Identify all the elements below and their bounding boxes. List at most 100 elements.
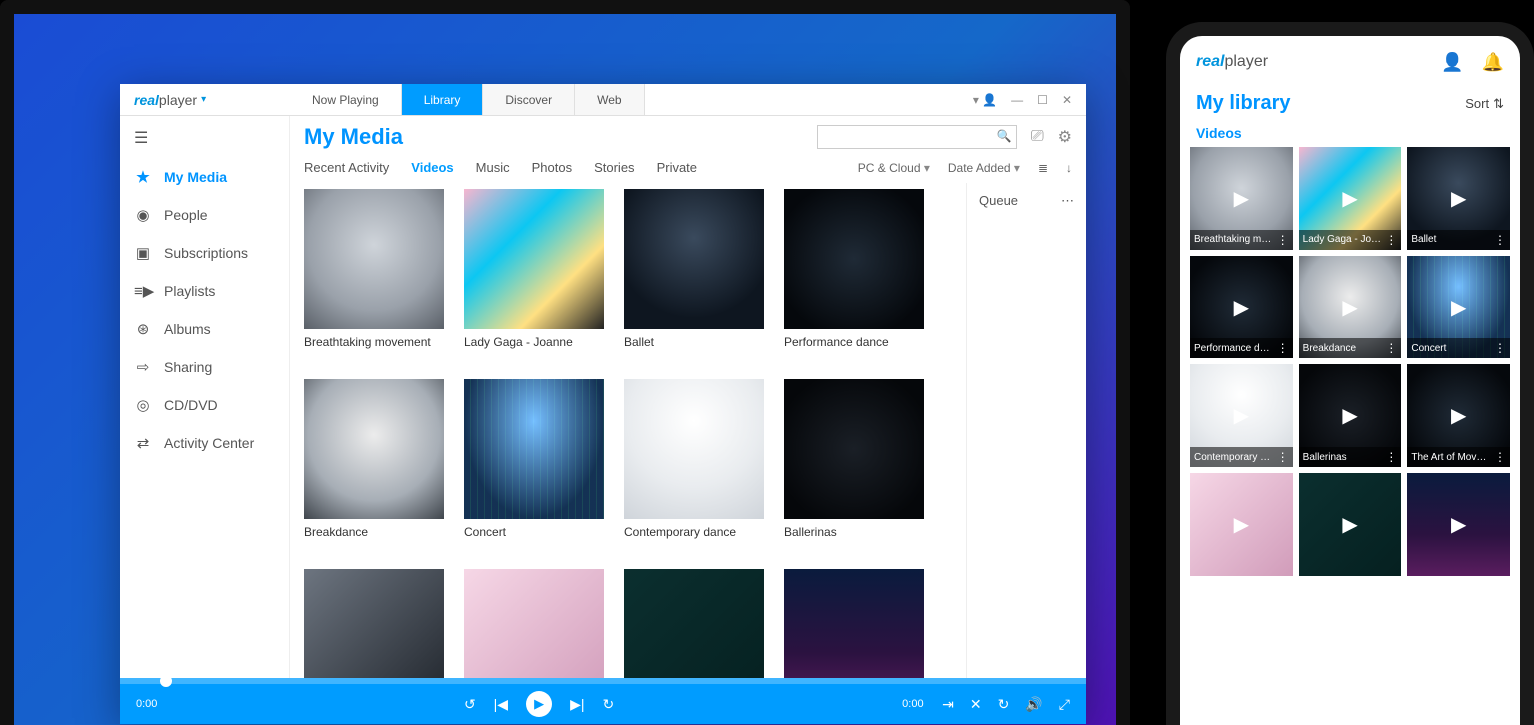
minimize-button[interactable]: — bbox=[1011, 93, 1023, 107]
video-card[interactable] bbox=[304, 569, 444, 678]
more-icon[interactable]: ⋮ bbox=[1494, 341, 1506, 355]
sidebar-item-playlists[interactable]: ≡▶Playlists bbox=[120, 272, 289, 310]
sidebar-item-subscriptions[interactable]: ▣Subscriptions bbox=[120, 234, 289, 272]
video-card[interactable] bbox=[784, 569, 924, 678]
forward-10-icon[interactable]: ↻ bbox=[602, 696, 614, 713]
list-view-icon[interactable]: ≣ bbox=[1038, 161, 1048, 175]
user-dropdown-icon[interactable]: ▾ 👤 bbox=[973, 93, 997, 107]
search-icon[interactable]: 🔍 bbox=[997, 129, 1012, 143]
maximize-button[interactable]: ☐ bbox=[1037, 93, 1048, 107]
more-icon[interactable]: ⋮ bbox=[1494, 450, 1506, 464]
phone-video-card[interactable]: ▶Lady Gaga - Joanne⋮ bbox=[1299, 147, 1402, 250]
video-card[interactable] bbox=[464, 569, 604, 678]
sidebar-item-my-media[interactable]: ★My Media bbox=[120, 158, 289, 196]
video-grid-scroll[interactable]: Breathtaking movement Lady Gaga - Joanne B… bbox=[290, 183, 966, 678]
sidebar-item-people[interactable]: ◉People bbox=[120, 196, 289, 234]
tab-web[interactable]: Web bbox=[575, 84, 644, 115]
tab-library[interactable]: Library bbox=[402, 84, 484, 115]
video-label-bar: Performance dance⋮ bbox=[1190, 338, 1293, 358]
video-card[interactable]: Ballet bbox=[624, 189, 764, 359]
cast-icon[interactable]: ⎚ bbox=[1031, 128, 1044, 146]
fullscreen-icon[interactable]: ⤢ bbox=[1059, 696, 1070, 713]
video-card[interactable]: Ballerinas bbox=[784, 379, 924, 549]
gear-icon[interactable]: ⚙ bbox=[1058, 127, 1072, 147]
more-icon[interactable]: ⋮ bbox=[1385, 450, 1397, 464]
progress-track[interactable] bbox=[120, 678, 1086, 684]
video-title: The Art of Move… bbox=[1411, 452, 1490, 463]
realplayer-window: realplayer ▾ Now PlayingLibraryDiscoverW… bbox=[120, 84, 1086, 724]
tab-discover[interactable]: Discover bbox=[483, 84, 575, 115]
app-logo[interactable]: realplayer ▾ bbox=[120, 84, 290, 115]
tab-now-playing[interactable]: Now Playing bbox=[290, 84, 402, 115]
hamburger-icon[interactable]: ☰ bbox=[120, 122, 289, 158]
sidebar-item-cd-dvd[interactable]: ◎CD/DVD bbox=[120, 386, 289, 424]
sidebar-item-activity-center[interactable]: ⇄Activity Center bbox=[120, 424, 289, 462]
video-grid: Breathtaking movement Lady Gaga - Joanne B… bbox=[304, 189, 952, 678]
more-icon[interactable]: ⋮ bbox=[1277, 341, 1289, 355]
filter-photos[interactable]: Photos bbox=[532, 160, 572, 175]
more-icon[interactable]: ⋮ bbox=[1385, 341, 1397, 355]
download-icon[interactable]: ↓ bbox=[1066, 161, 1072, 175]
user-icon[interactable]: 👤 bbox=[1441, 52, 1463, 73]
video-thumbnail bbox=[464, 189, 604, 329]
bell-icon[interactable]: 🔔 bbox=[1482, 52, 1504, 73]
phone-video-card[interactable]: ▶Breathtaking move…⋮ bbox=[1190, 147, 1293, 250]
close-button[interactable]: ✕ bbox=[1062, 93, 1072, 107]
phone-section-header: Videos bbox=[1180, 121, 1520, 147]
volume-icon[interactable]: 🔊 bbox=[1025, 696, 1042, 713]
repeat-icon[interactable]: ↻ bbox=[998, 696, 1010, 713]
phone-video-card[interactable]: ▶Performance dance⋮ bbox=[1190, 256, 1293, 359]
play-overlay-icon: ▶ bbox=[1299, 473, 1402, 576]
sidebar-item-albums[interactable]: ⊛Albums bbox=[120, 310, 289, 348]
sort-dropdown[interactable]: Date Added bbox=[948, 161, 1020, 175]
video-title: Lady Gaga - Joanne bbox=[464, 329, 604, 359]
video-card[interactable]: Concert bbox=[464, 379, 604, 549]
location-dropdown[interactable]: PC & Cloud bbox=[858, 161, 930, 175]
phone-logo[interactable]: realplayer bbox=[1196, 53, 1268, 71]
phone-video-card[interactable]: ▶ bbox=[1407, 473, 1510, 576]
video-card[interactable]: Lady Gaga - Joanne bbox=[464, 189, 604, 359]
more-icon[interactable]: ⋮ bbox=[1277, 233, 1289, 247]
video-card[interactable]: Performance dance bbox=[784, 189, 924, 359]
phone-video-card[interactable]: ▶Contemporary d…⋮ bbox=[1190, 364, 1293, 467]
rewind-10-icon[interactable]: ↺ bbox=[464, 696, 476, 713]
search-input[interactable] bbox=[817, 125, 1017, 149]
filter-recent-activity[interactable]: Recent Activity bbox=[304, 160, 389, 175]
prev-track-icon[interactable]: |◀ bbox=[494, 696, 508, 713]
progress-knob[interactable] bbox=[160, 675, 172, 687]
phone-video-card[interactable]: ▶Concert⋮ bbox=[1407, 256, 1510, 359]
phone-video-card[interactable]: ▶Ballet⋮ bbox=[1407, 147, 1510, 250]
phone-video-card[interactable]: ▶Breakdance⋮ bbox=[1299, 256, 1402, 359]
video-title: Concert bbox=[464, 519, 604, 549]
video-card[interactable]: Contemporary dance bbox=[624, 379, 764, 549]
next-track-icon[interactable]: ▶| bbox=[570, 696, 584, 713]
filter-videos[interactable]: Videos bbox=[411, 160, 453, 175]
video-card[interactable]: Breakdance bbox=[304, 379, 444, 549]
video-card[interactable]: Breathtaking movement bbox=[304, 189, 444, 359]
more-icon[interactable]: ⋮ bbox=[1385, 233, 1397, 247]
phone-video-card[interactable]: ▶Ballerinas⋮ bbox=[1299, 364, 1402, 467]
phone-video-card[interactable]: ▶ bbox=[1299, 473, 1402, 576]
more-icon[interactable]: ⋮ bbox=[1494, 233, 1506, 247]
video-card[interactable] bbox=[624, 569, 764, 678]
play-button[interactable]: ▶ bbox=[526, 691, 552, 717]
chevron-down-icon[interactable]: ▾ bbox=[201, 94, 206, 105]
video-title: Ballerinas bbox=[1303, 452, 1382, 463]
filter-row: Recent Activity Videos Music Photos Stories P… bbox=[290, 154, 1086, 183]
queue-menu-icon[interactable]: ⋯ bbox=[1061, 193, 1074, 668]
shuffle-icon[interactable]: ✕ bbox=[970, 696, 982, 713]
sort-button[interactable]: Sort ⇅ bbox=[1465, 96, 1504, 112]
more-icon[interactable]: ⋮ bbox=[1277, 450, 1289, 464]
eq-icon[interactable]: ⇥ bbox=[942, 696, 954, 713]
phone-video-card[interactable]: ▶The Art of Move…⋮ bbox=[1407, 364, 1510, 467]
titlebar: realplayer ▾ Now PlayingLibraryDiscoverW… bbox=[120, 84, 1086, 116]
phone-video-card[interactable]: ▶ bbox=[1190, 473, 1293, 576]
video-title: Contemporary dance bbox=[624, 519, 764, 549]
filter-music[interactable]: Music bbox=[476, 160, 510, 175]
video-thumbnail bbox=[464, 379, 604, 519]
phone-grid-scroll[interactable]: ▶Breathtaking move…⋮▶Lady Gaga - Joanne⋮… bbox=[1180, 147, 1520, 725]
filter-stories[interactable]: Stories bbox=[594, 160, 634, 175]
video-label-bar: Ballet⋮ bbox=[1407, 230, 1510, 250]
sidebar-item-sharing[interactable]: ⇨Sharing bbox=[120, 348, 289, 386]
filter-private[interactable]: Private bbox=[657, 160, 697, 175]
